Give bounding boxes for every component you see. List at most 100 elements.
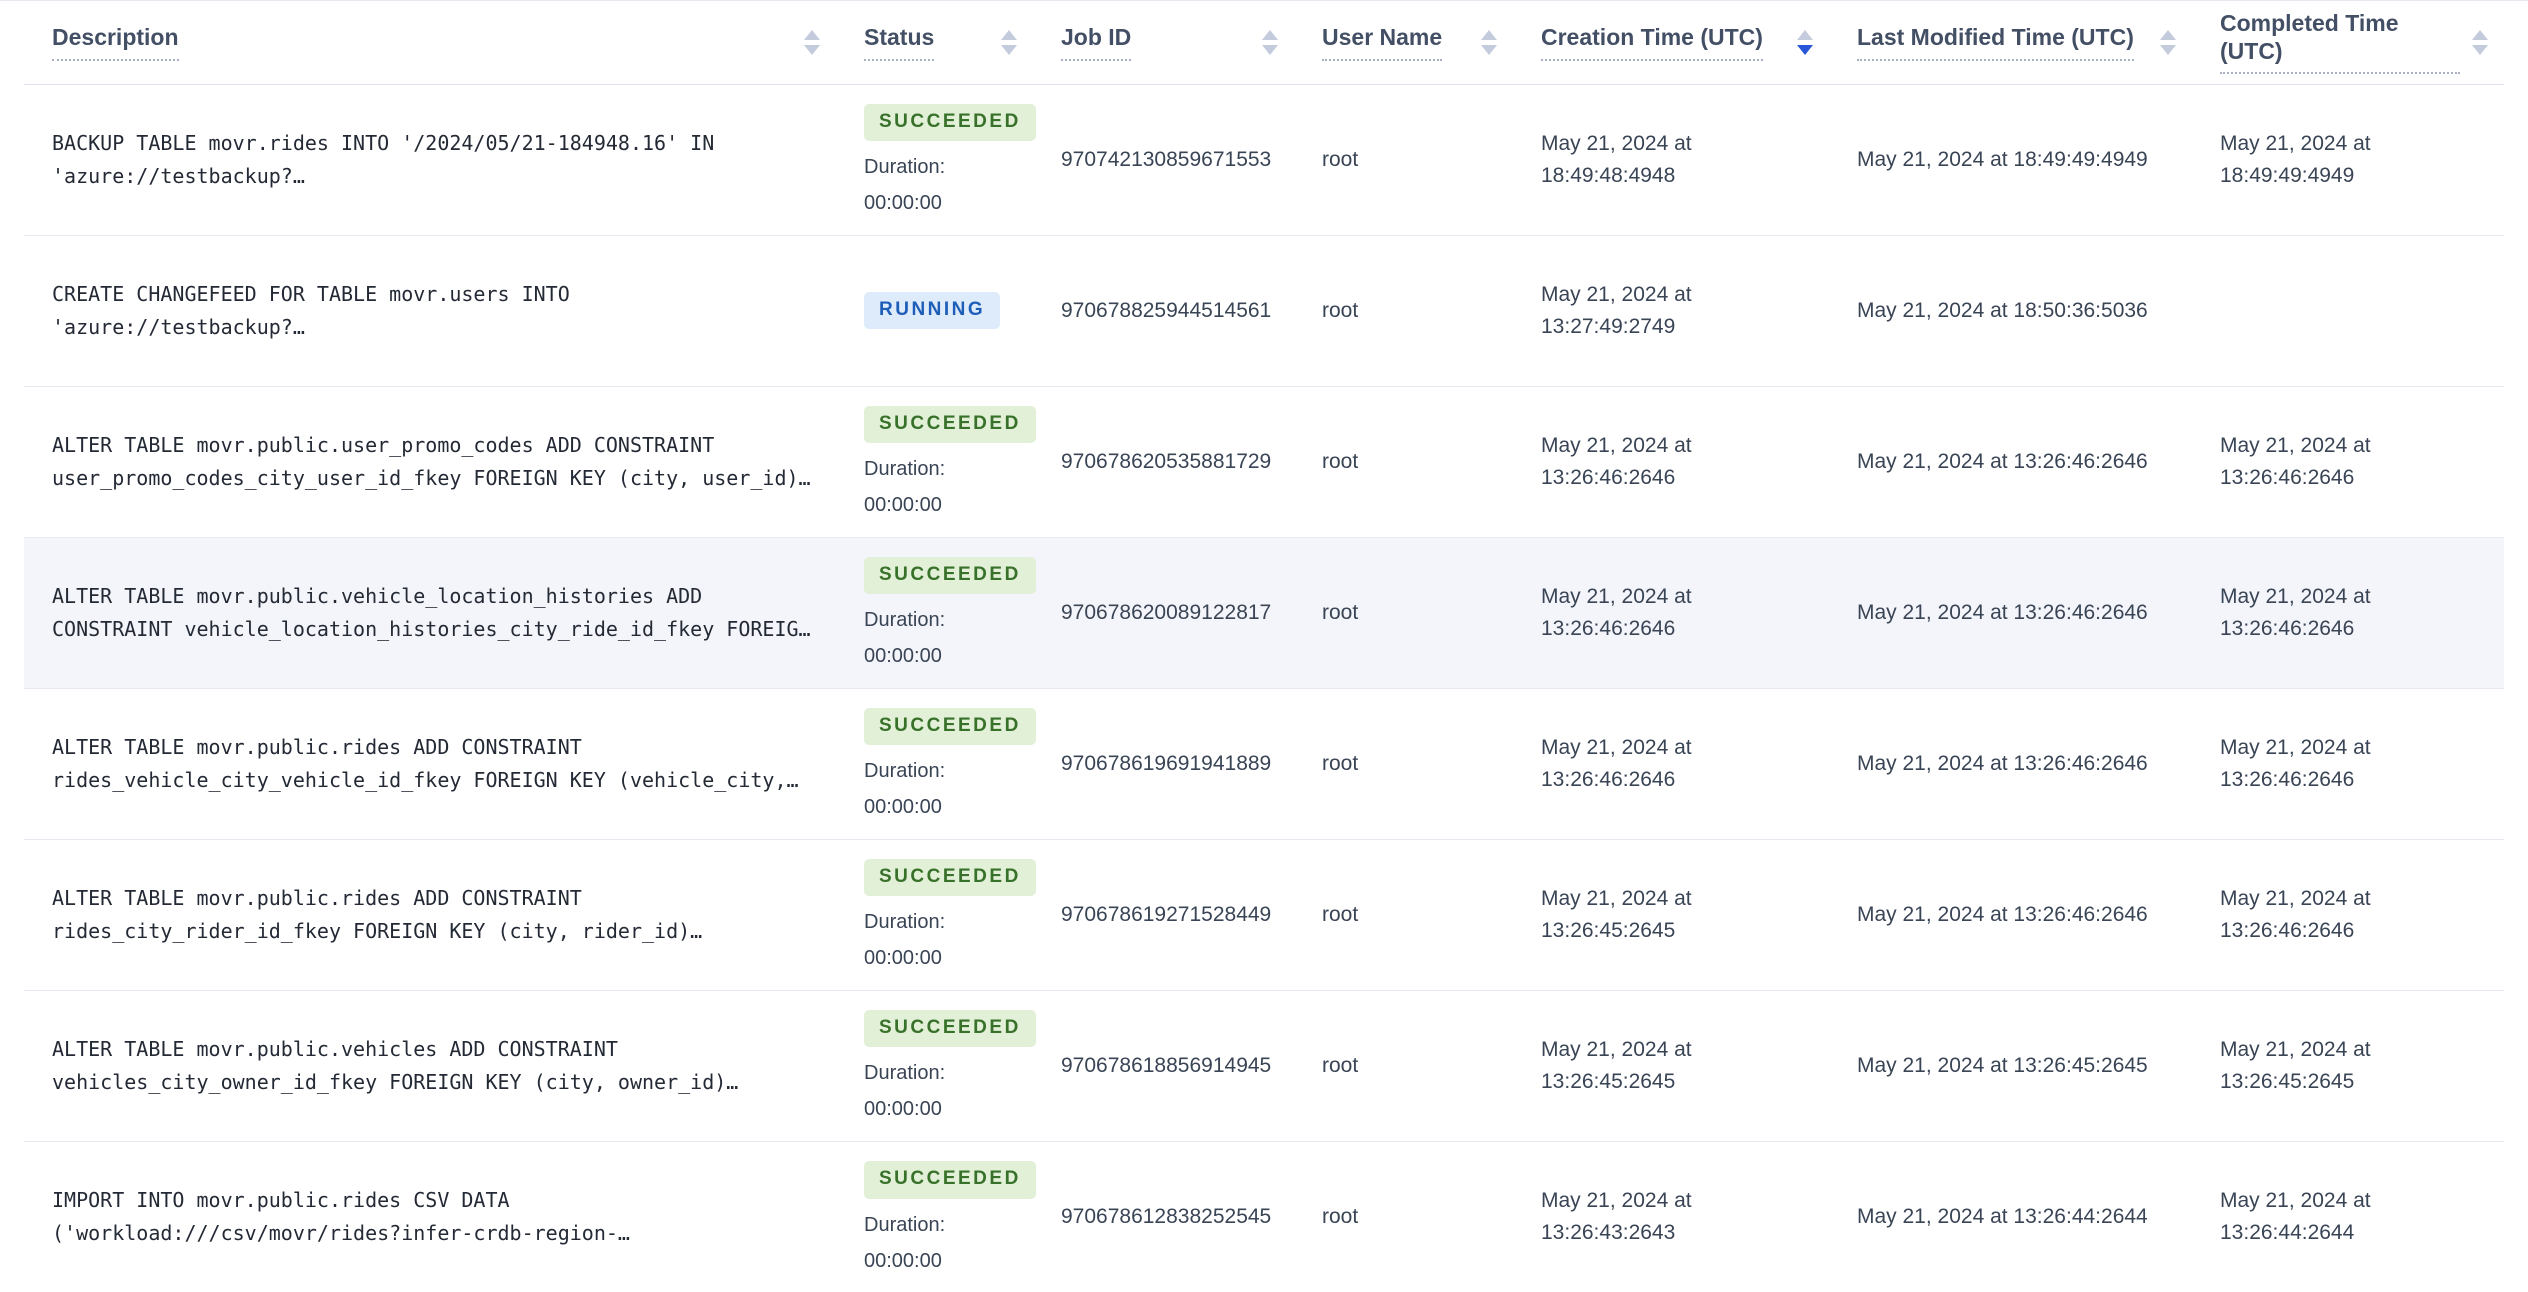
table-header-row: Description Status Job ID User Name Crea…: [24, 1, 2504, 85]
status-badge: SUCCEEDED: [864, 858, 1036, 897]
duration-label: Duration:: [864, 760, 946, 783]
job-id: 970678618856914945: [1061, 1053, 1272, 1077]
last-modified-time: May 21, 2024 at 13:26:46:2646: [1857, 449, 2148, 473]
sort-desc-caret-icon: [1797, 44, 1813, 55]
completed-time: May 21, 2024 at 13:26:45:2645: [2220, 1037, 2371, 1093]
job-description-link[interactable]: ALTER TABLE movr.public.user_promo_codes…: [52, 429, 822, 495]
completed-time: [2220, 235, 2504, 386]
duration-label: Duration:: [864, 1213, 946, 1236]
job-id: 970742130859671553: [1061, 147, 1272, 171]
user-name: root: [1322, 1053, 1359, 1077]
creation-time: May 21, 2024 at 13:27:49:2749: [1541, 282, 1692, 338]
duration-label: Duration:: [864, 1062, 946, 1085]
job-description-link[interactable]: ALTER TABLE movr.public.vehicles ADD CON…: [52, 1033, 822, 1099]
completed-time: May 21, 2024 at 13:26:46:2646: [2220, 886, 2371, 942]
last-modified-time: May 21, 2024 at 13:26:46:2646: [1857, 751, 2148, 775]
column-header-completed_time[interactable]: Completed Time (UTC): [2220, 1, 2504, 85]
last-modified-time: May 21, 2024 at 18:49:49:4949: [1857, 147, 2148, 171]
sort-desc-caret-icon: [2160, 44, 2176, 55]
status-badge: SUCCEEDED: [864, 556, 1036, 595]
completed-time: May 21, 2024 at 18:49:49:4949: [2220, 131, 2371, 187]
table-row: ALTER TABLE movr.public.vehicles ADD CON…: [24, 990, 2504, 1141]
job-description-link[interactable]: IMPORT INTO movr.public.rides CSV DATA (…: [52, 1184, 822, 1250]
sort-arrows-icon: [2472, 29, 2488, 55]
table-row: ALTER TABLE movr.public.rides ADD CONSTR…: [24, 688, 2504, 839]
job-id: 970678612838252545: [1061, 1204, 1272, 1228]
user-name: root: [1322, 902, 1359, 926]
status-badge: SUCCEEDED: [864, 707, 1036, 746]
table-header: Description Status Job ID User Name Crea…: [24, 1, 2504, 85]
sort-arrows-icon: [1481, 29, 1497, 55]
duration-value: 00:00:00: [864, 796, 942, 819]
column-label: Status: [864, 24, 935, 61]
table-row: ALTER TABLE movr.public.vehicle_location…: [24, 537, 2504, 688]
jobs-page: Description Status Job ID User Name Crea…: [0, 0, 2528, 1292]
job-id: 970678825944514561: [1061, 298, 1272, 322]
column-label: Job ID: [1061, 24, 1132, 61]
job-id: 970678620535881729: [1061, 449, 1272, 473]
duration-value: 00:00:00: [864, 1249, 942, 1272]
user-name: root: [1322, 1204, 1359, 1228]
duration-value: 00:00:00: [864, 947, 942, 970]
status-badge: SUCCEEDED: [864, 1160, 1036, 1199]
sort-desc-caret-icon: [2472, 44, 2488, 55]
creation-time: May 21, 2024 at 18:49:48:4948: [1541, 131, 1692, 187]
status-badge: SUCCEEDED: [864, 1009, 1036, 1048]
sort-asc-caret-icon: [2472, 29, 2488, 40]
column-label: Creation Time (UTC): [1541, 24, 1763, 61]
duration-value: 00:00:00: [864, 1098, 942, 1121]
job-description-link[interactable]: CREATE CHANGEFEED FOR TABLE movr.users I…: [52, 278, 822, 344]
table-row: BACKUP TABLE movr.rides INTO '/2024/05/2…: [24, 84, 2504, 235]
column-header-description[interactable]: Description: [24, 1, 864, 85]
creation-time: May 21, 2024 at 13:26:45:2645: [1541, 1037, 1692, 1093]
sort-arrows-icon: [804, 29, 820, 55]
last-modified-time: May 21, 2024 at 18:50:36:5036: [1857, 298, 2148, 322]
job-description-link[interactable]: ALTER TABLE movr.public.rides ADD CONSTR…: [52, 882, 822, 948]
sort-asc-caret-icon: [1481, 29, 1497, 40]
user-name: root: [1322, 147, 1359, 171]
status-badge: SUCCEEDED: [864, 405, 1036, 444]
job-description-link[interactable]: ALTER TABLE movr.public.rides ADD CONSTR…: [52, 731, 822, 797]
status-badge: SUCCEEDED: [864, 103, 1036, 142]
column-header-user_name[interactable]: User Name: [1322, 1, 1541, 85]
sort-asc-caret-icon: [1262, 29, 1278, 40]
last-modified-time: May 21, 2024 at 13:26:44:2644: [1857, 1204, 2148, 1228]
sort-asc-caret-icon: [1797, 29, 1813, 40]
sort-desc-caret-icon: [804, 44, 820, 55]
column-label: User Name: [1322, 24, 1443, 61]
creation-time: May 21, 2024 at 13:26:46:2646: [1541, 735, 1692, 791]
duration-label: Duration:: [864, 609, 946, 632]
last-modified-time: May 21, 2024 at 13:26:46:2646: [1857, 902, 2148, 926]
job-description-link[interactable]: ALTER TABLE movr.public.vehicle_location…: [52, 580, 822, 646]
column-label: Completed Time (UTC): [2220, 10, 2460, 75]
sort-asc-caret-icon: [1001, 29, 1017, 40]
table-row: ALTER TABLE movr.public.rides ADD CONSTR…: [24, 839, 2504, 990]
job-id: 970678619271528449: [1061, 902, 1272, 926]
completed-time: May 21, 2024 at 13:26:46:2646: [2220, 735, 2371, 791]
duration-label: Duration:: [864, 458, 946, 481]
sort-arrows-icon: [1001, 29, 1017, 55]
sort-desc-caret-icon: [1481, 44, 1497, 55]
job-id: 970678620089122817: [1061, 600, 1272, 624]
sort-asc-caret-icon: [2160, 29, 2176, 40]
table-row: IMPORT INTO movr.public.rides CSV DATA (…: [24, 1141, 2504, 1292]
user-name: root: [1322, 298, 1359, 322]
job-description-link[interactable]: BACKUP TABLE movr.rides INTO '/2024/05/2…: [52, 127, 822, 193]
user-name: root: [1322, 449, 1359, 473]
sort-arrows-icon: [2160, 29, 2176, 55]
column-header-creation_time[interactable]: Creation Time (UTC): [1541, 1, 1857, 85]
duration-value: 00:00:00: [864, 494, 942, 517]
sort-arrows-icon: [1262, 29, 1278, 55]
column-header-status[interactable]: Status: [864, 1, 1061, 85]
column-header-job_id[interactable]: Job ID: [1061, 1, 1322, 85]
sort-asc-caret-icon: [804, 29, 820, 40]
duration-label: Duration:: [864, 156, 946, 179]
column-header-last_modified_time[interactable]: Last Modified Time (UTC): [1857, 1, 2220, 85]
table-row: ALTER TABLE movr.public.user_promo_codes…: [24, 386, 2504, 537]
sort-arrows-icon: [1797, 29, 1813, 55]
column-label: Description: [52, 24, 179, 61]
creation-time: May 21, 2024 at 13:26:43:2643: [1541, 1188, 1692, 1244]
duration-value: 00:00:00: [864, 645, 942, 668]
user-name: root: [1322, 600, 1359, 624]
sort-desc-caret-icon: [1001, 44, 1017, 55]
